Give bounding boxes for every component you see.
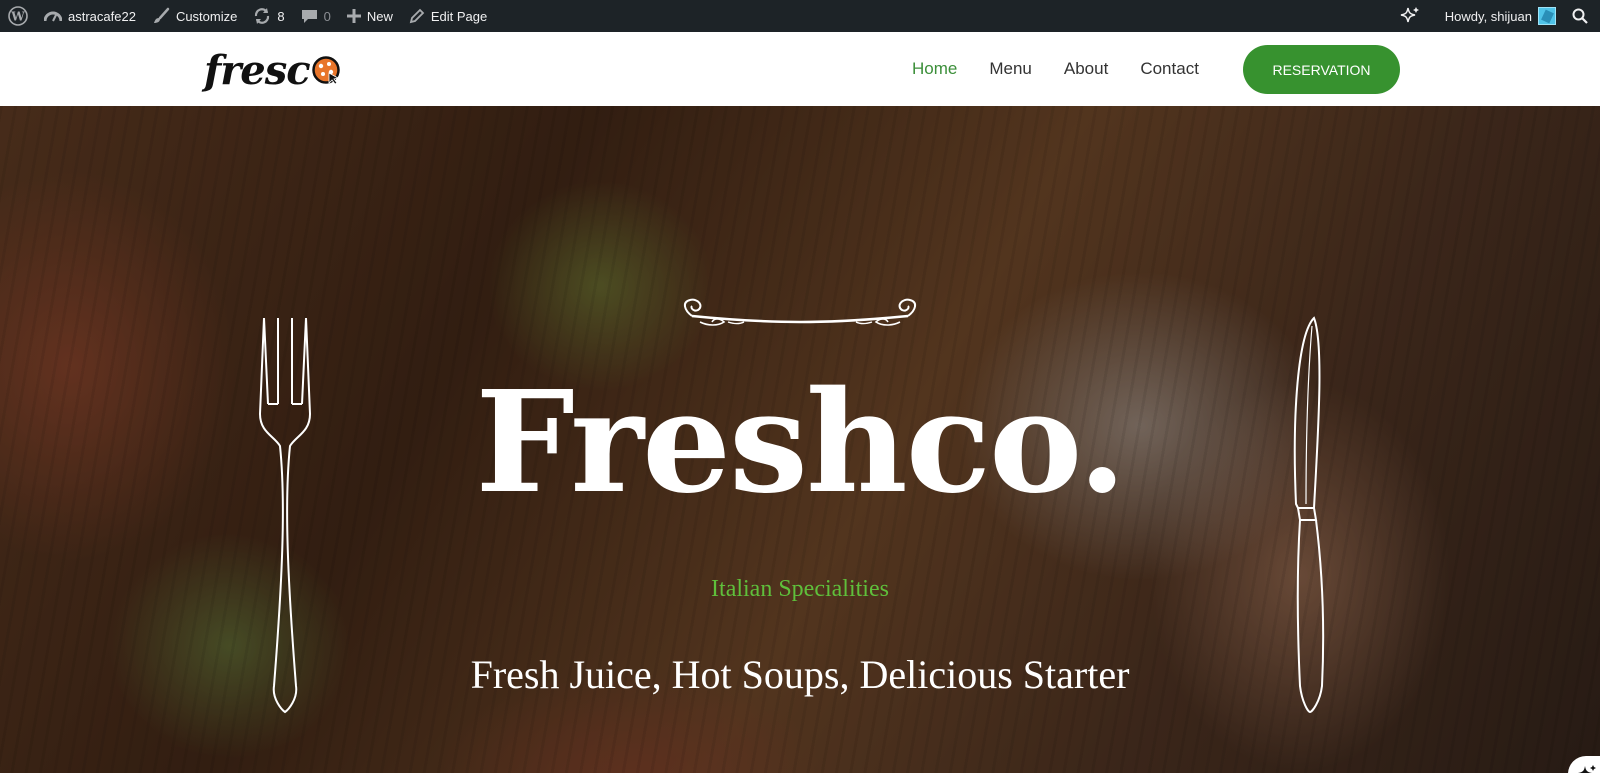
nav-item-about[interactable]: About xyxy=(1064,59,1108,79)
wordpress-logo-button[interactable]: W xyxy=(0,0,36,32)
pizza-logo-icon xyxy=(311,56,340,85)
comments-link[interactable]: 0 xyxy=(293,0,339,32)
site-logo[interactable]: fresc xyxy=(204,42,341,98)
new-label: New xyxy=(366,8,393,24)
updates-icon xyxy=(255,8,270,24)
ai-assistant-link[interactable] xyxy=(1391,0,1429,32)
updates-count: 8 xyxy=(277,8,285,24)
brush-icon xyxy=(153,7,170,23)
wordpress-icon: W xyxy=(8,6,28,26)
wp-admin-bar: W astracafe22 Customize 8 0 New Edit Pag… xyxy=(0,0,1600,32)
site-header: fresc Home Menu About Contact RESERVATIO… xyxy=(0,32,1600,106)
hero-title: Freshco. xyxy=(475,361,1126,525)
nav-item-home[interactable]: Home xyxy=(912,59,957,79)
dashboard-icon xyxy=(44,11,62,22)
comment-icon xyxy=(301,10,317,23)
pencil-icon xyxy=(409,8,425,24)
avatar xyxy=(1538,7,1556,25)
hero-tagline: Fresh Juice, Hot Soups, Delicious Starte… xyxy=(470,652,1130,697)
edit-page-label: Edit Page xyxy=(430,8,488,24)
site-name-link[interactable]: astracafe22 xyxy=(36,0,144,32)
howdy-label: Howdy, shijuan xyxy=(1444,8,1532,24)
svg-text:W: W xyxy=(10,10,25,24)
new-content-link[interactable]: New xyxy=(339,0,401,32)
site-name-label: astracafe22 xyxy=(68,8,136,24)
nav-item-menu[interactable]: Menu xyxy=(989,59,1032,79)
comments-count: 0 xyxy=(323,8,331,24)
my-account-link[interactable]: Howdy, shijuan xyxy=(1437,0,1564,32)
reservation-button[interactable]: RESERVATION xyxy=(1243,45,1400,94)
flourish-divider-icon xyxy=(684,298,916,326)
admin-search-button[interactable] xyxy=(1564,0,1600,32)
hero-section: Freshco. Italian Specialities Fresh Juic… xyxy=(0,106,1600,773)
search-icon xyxy=(1572,8,1588,24)
nav-item-contact[interactable]: Contact xyxy=(1140,59,1199,79)
ai-sparkle-icon xyxy=(1578,765,1596,773)
plus-icon xyxy=(346,9,361,23)
edit-page-link[interactable]: Edit Page xyxy=(401,0,495,32)
ai-sparkle-icon xyxy=(1400,7,1419,23)
updates-link[interactable]: 8 xyxy=(245,0,292,32)
customize-link[interactable]: Customize xyxy=(144,0,245,32)
main-nav: Home Menu About Contact xyxy=(912,32,1231,106)
hero-subtitle: Italian Specialities xyxy=(711,576,889,602)
customize-label: Customize xyxy=(175,8,238,24)
logo-text: fresc xyxy=(204,46,311,94)
